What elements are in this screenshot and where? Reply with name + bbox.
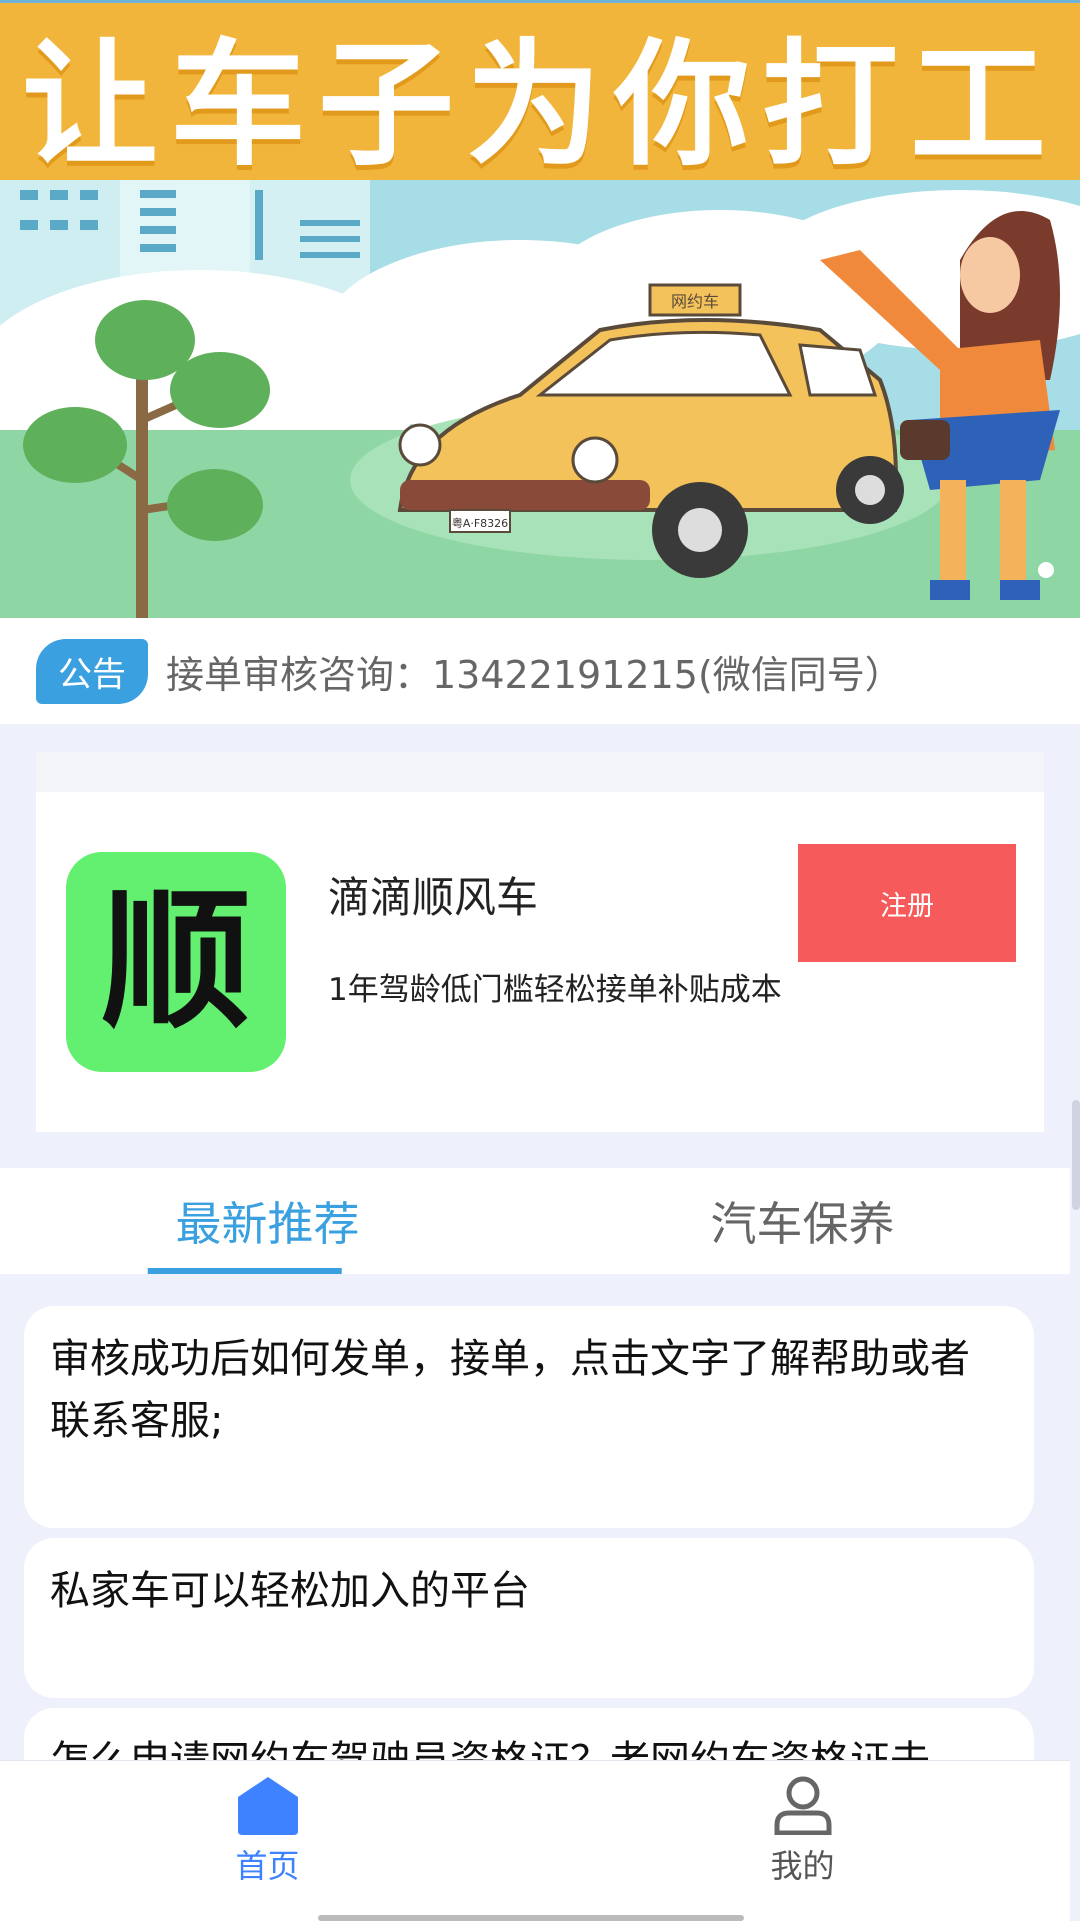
carousel-indicator-dot[interactable]: [1038, 562, 1054, 578]
nav-label: 我的: [770, 1847, 835, 1885]
banner-illustration: 网约车 粤A·F8326: [0, 180, 1080, 618]
tab-label: 汽车保养: [710, 1197, 895, 1251]
home-icon: [237, 1777, 298, 1835]
license-plate: 粤A·F8326: [452, 516, 508, 530]
partner-description: 1年驾龄低门槛轻松接单补贴成本: [328, 972, 782, 1008]
tab-latest-recommend[interactable]: 最新推荐: [0, 1168, 535, 1274]
nav-mine[interactable]: 我的: [535, 1761, 1070, 1921]
category-tabs: 最新推荐 汽车保养: [0, 1168, 1070, 1274]
list-item[interactable]: 审核成功后如何发单，接单，点击文字了解帮助或者联系客服;: [24, 1306, 1034, 1528]
nav-home[interactable]: 首页: [0, 1761, 535, 1921]
article-title: 私家车可以轻松加入的平台: [50, 1568, 530, 1614]
user-icon: [774, 1776, 831, 1835]
banner-headline-strip: 让车子为你打工: [0, 0, 1080, 185]
home-indicator: [318, 1915, 744, 1921]
bottom-navigation: 首页 我的: [0, 1760, 1070, 1921]
tab-label: 最新推荐: [175, 1197, 360, 1251]
register-button[interactable]: 注册: [798, 844, 1016, 962]
announcement-text[interactable]: 接单审核咨询：13422191215(微信同号）: [166, 644, 903, 699]
shunfengche-app-icon: 顺: [66, 852, 286, 1072]
promo-banner[interactable]: 让车子为你打工 网约车 粤A·F8326: [0, 0, 1080, 618]
taxi-roof-sign: 网约车: [671, 292, 719, 311]
partner-section: 顺 滴滴顺风车 1年驾龄低门槛轻松接单补贴成本 注册: [36, 752, 1044, 1132]
tab-car-maintenance[interactable]: 汽车保养: [535, 1168, 1070, 1274]
nav-label: 首页: [235, 1847, 300, 1885]
announcement-bar[interactable]: 公告 接单审核咨询：13422191215(微信同号）: [0, 618, 1080, 724]
app-icon-glyph: 顺: [100, 875, 251, 1049]
partner-card[interactable]: 顺 滴滴顺风车 1年驾龄低门槛轻松接单补贴成本 注册: [36, 792, 1044, 1132]
active-tab-indicator: [147, 1268, 342, 1274]
article-title: 审核成功后如何发单，接单，点击文字了解帮助或者联系客服;: [50, 1336, 970, 1444]
list-item[interactable]: 私家车可以轻松加入的平台: [24, 1538, 1034, 1698]
partner-title: 滴滴顺风车: [328, 873, 539, 922]
announcement-badge: 公告: [36, 638, 148, 704]
scrollbar[interactable]: [1072, 1100, 1080, 1210]
banner-headline: 让车子为你打工: [22, 26, 1058, 185]
